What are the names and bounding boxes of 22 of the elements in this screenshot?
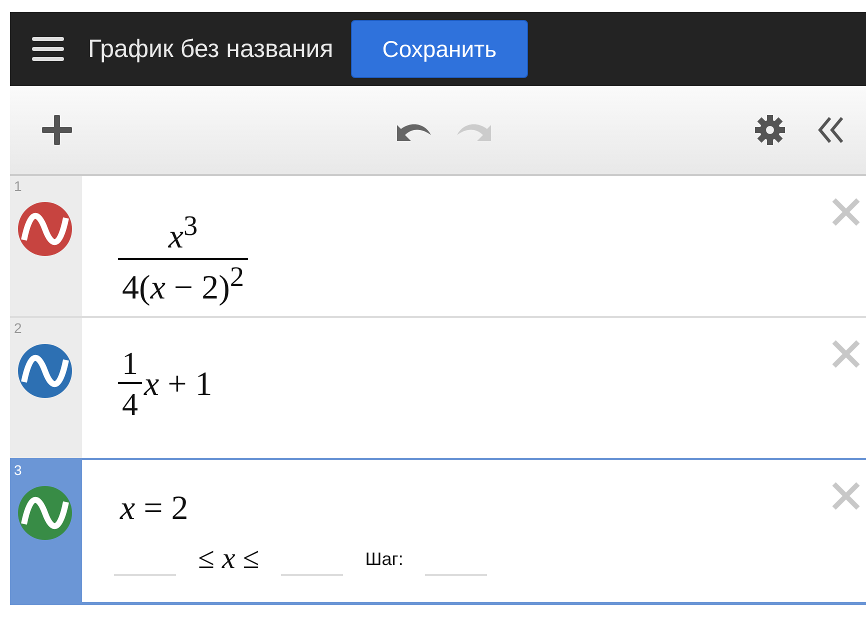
graph-title[interactable]: График без названия — [88, 34, 334, 64]
row-number: 1 — [14, 178, 22, 194]
graph-color-icon[interactable] — [18, 344, 72, 398]
denominator: 4 — [121, 385, 139, 424]
expression-row[interactable]: 1 x$^{3}$ 4(x − 2)$^{2}$ — [10, 176, 866, 318]
math-expression: x = 2 — [120, 490, 188, 528]
save-button[interactable]: Сохранить — [351, 20, 528, 78]
row-number: 2 — [14, 320, 22, 336]
math-term: x + 1 — [144, 366, 212, 404]
settings-icon[interactable] — [754, 114, 786, 146]
row-number: 3 — [14, 462, 22, 478]
collapse-icon[interactable] — [816, 115, 846, 145]
graph-color-icon[interactable] — [18, 202, 72, 256]
menu-icon[interactable] — [32, 36, 64, 62]
step-label: Шаг: — [365, 549, 404, 571]
expression-row[interactable]: 3 x = 2 ≤ x ≤ Шаг: — [10, 458, 866, 605]
domain-relation: ≤ x ≤ — [198, 542, 260, 576]
add-icon[interactable] — [40, 113, 74, 147]
numerator: 1 — [118, 344, 142, 384]
graph-color-icon[interactable] — [18, 486, 72, 540]
numerator: x$^{3}$ — [118, 210, 248, 260]
denominator: 4(x − 2)$^{2}$ — [121, 261, 246, 308]
